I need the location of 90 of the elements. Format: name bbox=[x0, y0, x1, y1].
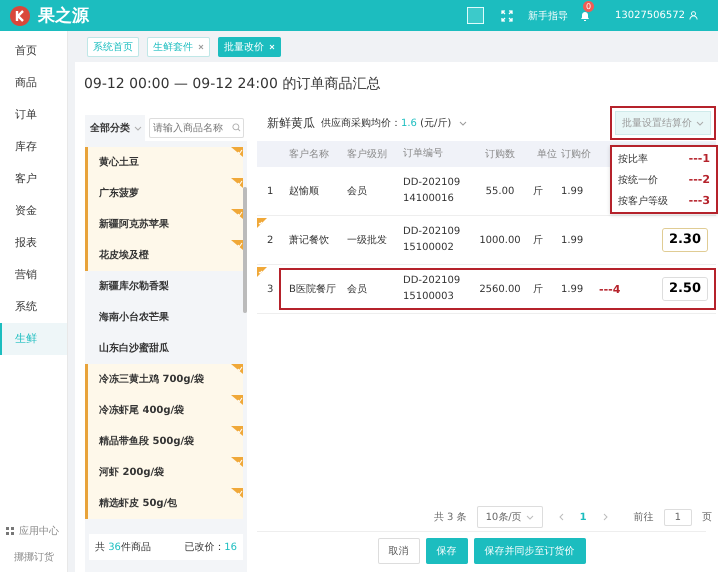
nav-item[interactable]: 商品 bbox=[0, 67, 67, 99]
menu-item[interactable]: 按统一价 bbox=[618, 172, 658, 186]
app-name: 果之源 bbox=[38, 5, 89, 27]
chevron-icon bbox=[134, 126, 142, 130]
page-size-select[interactable]: 10条/页 bbox=[476, 506, 543, 528]
product-item[interactable]: 精品带鱼段 500g/袋 bbox=[85, 426, 243, 457]
total-count: 共 3 条 bbox=[434, 510, 467, 524]
nav-item[interactable]: 资金 bbox=[0, 195, 67, 227]
app-center-link[interactable]: 应用中心 bbox=[19, 524, 59, 538]
annotation-label: ---2 bbox=[688, 173, 710, 186]
goto-label: 前往 bbox=[634, 510, 654, 524]
product-item[interactable]: 山东白沙蜜甜瓜 bbox=[85, 333, 243, 364]
nav-item[interactable]: 报表 bbox=[0, 227, 67, 259]
next-icon[interactable] bbox=[602, 513, 608, 521]
nav-item[interactable]: 库存 bbox=[0, 131, 67, 163]
table-cell-text: 55.00 bbox=[484, 186, 516, 196]
page-title: 09-12 00:00 — 09-12 24:00 的订单商品汇总 bbox=[83, 75, 382, 94]
changed-count: 已改价：16 bbox=[184, 541, 237, 554]
row-number: 3 bbox=[266, 284, 274, 294]
grid-icon bbox=[6, 527, 14, 535]
column-header: 订购价 bbox=[561, 148, 592, 161]
bell-icon[interactable] bbox=[579, 10, 591, 22]
table-cell-text: 会员 bbox=[347, 283, 368, 296]
table-cell-text: B医院餐厅 bbox=[289, 282, 337, 296]
edited-flag-icon bbox=[231, 240, 243, 250]
previous-icon[interactable] bbox=[558, 513, 564, 521]
user-icon[interactable] bbox=[689, 11, 698, 20]
nav-item[interactable]: 订单 bbox=[0, 99, 67, 131]
table-cell-text: 斤 bbox=[532, 184, 544, 198]
table-cell-text: DD-202109 15100002 bbox=[403, 225, 462, 255]
logo-icon bbox=[10, 6, 30, 26]
column-header: 客户名称 bbox=[289, 148, 330, 161]
edited-flag-icon bbox=[231, 209, 243, 219]
fullscreen-icon[interactable] bbox=[501, 10, 513, 22]
column-header: 单位 bbox=[536, 148, 558, 161]
product-item[interactable]: 新疆阿克苏苹果 bbox=[85, 209, 243, 240]
nav-item[interactable]: 系统 bbox=[0, 291, 67, 323]
column-header: 客户级别 bbox=[347, 148, 388, 161]
page-suffix: 页 bbox=[702, 511, 712, 524]
search-field[interactable]: 请输入商品名称 bbox=[149, 118, 244, 138]
table-cell-text: 1.99 bbox=[561, 234, 584, 246]
product-name: 新鲜黄瓜 bbox=[267, 114, 315, 132]
brand-footer: 挪挪订货 bbox=[0, 550, 67, 564]
product-item[interactable]: 花皮埃及橙 bbox=[85, 240, 243, 271]
annotation-label: ---1 bbox=[688, 152, 710, 165]
product-count: 共 36件商品 bbox=[95, 540, 151, 554]
nav-item[interactable]: 营销 bbox=[0, 259, 67, 291]
table-cell-text: DD-202109 15100003 bbox=[403, 274, 462, 304]
product-item[interactable]: 广东菠萝 bbox=[85, 178, 243, 209]
annotation-label: ---3 bbox=[688, 194, 710, 207]
product-item[interactable]: 冷冻三黄土鸡 700g/袋 bbox=[85, 364, 243, 395]
row-number: 1 bbox=[266, 186, 274, 196]
price-input[interactable]: 2.50 bbox=[662, 277, 708, 301]
annotation-label: ---4 bbox=[599, 282, 620, 296]
table-cell-text: 斤 bbox=[532, 282, 544, 296]
table-cell-text: 会员 bbox=[347, 185, 368, 198]
table-cell-text: 一级批发 bbox=[347, 234, 388, 247]
table-cell-text: 2560.00 bbox=[478, 284, 522, 294]
nav-item[interactable]: 首页 bbox=[0, 35, 67, 67]
category-filter[interactable]: 全部分类 bbox=[85, 115, 145, 141]
product-item[interactable]: 黄心土豆 bbox=[85, 147, 243, 178]
nav-item[interactable]: 客户 bbox=[0, 163, 67, 195]
table-cell-text: DD-202109 14100016 bbox=[403, 176, 462, 206]
table-cell-text: 斤 bbox=[532, 234, 544, 247]
column-header: 订单编号 bbox=[403, 146, 444, 161]
square-icon[interactable] bbox=[467, 7, 484, 24]
row-number: 2 bbox=[266, 234, 274, 246]
search-icon bbox=[232, 123, 241, 132]
notification-badge: 0 bbox=[583, 0, 594, 12]
chevron-icon bbox=[526, 514, 534, 520]
action-button[interactable]: 取消 bbox=[378, 538, 420, 564]
product-item[interactable]: 冷冻虾尾 400g/袋 bbox=[85, 395, 243, 426]
chevron-icon bbox=[696, 120, 704, 126]
average-price[interactable]: 供应商采购均价：1.6 (元/斤) bbox=[321, 116, 452, 130]
table-cell-text: 1.99 bbox=[561, 186, 584, 196]
product-item[interactable]: 河虾 200g/袋 bbox=[85, 457, 243, 488]
table-cell-text: 赵愉顺 bbox=[289, 184, 320, 198]
column-header: 订购数 bbox=[484, 148, 516, 161]
price-input[interactable]: 2.30 bbox=[662, 228, 708, 252]
table-cell-text: 1000.00 bbox=[478, 234, 522, 246]
chevron-icon[interactable] bbox=[459, 120, 468, 126]
close-icon[interactable] bbox=[198, 44, 204, 50]
table-cell-text: 萧记餐饮 bbox=[289, 234, 330, 247]
product-item[interactable]: 新疆库尔勒香梨 bbox=[85, 271, 243, 302]
product-item[interactable]: 海南小台农芒果 bbox=[85, 302, 243, 333]
menu-item[interactable]: 按客户等级 bbox=[618, 194, 668, 208]
product-item[interactable]: 精选虾皮 50g/包 bbox=[85, 488, 243, 519]
page-input[interactable]: 1 bbox=[664, 508, 692, 526]
table-cell-text: 1.99 bbox=[561, 284, 584, 294]
menu-item[interactable]: 按比率 bbox=[618, 152, 648, 166]
